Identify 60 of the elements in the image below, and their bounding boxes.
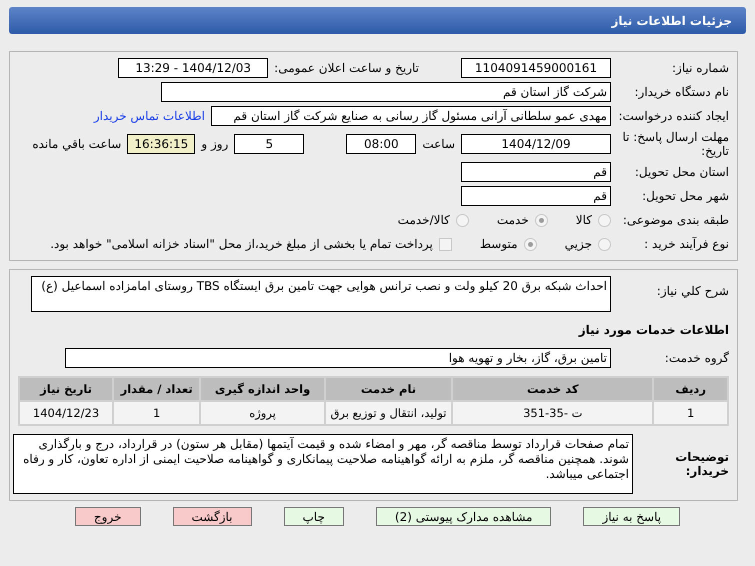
need-number-field: 1104091459000161 [461,58,611,78]
field-label: تاریخ و ساعت اعلان عمومی: [274,61,419,75]
days-field: 5 [234,134,304,154]
column-header: تعداد / مقدار [114,378,200,400]
field-label: گروه خدمت: [664,351,729,365]
buyer-field: شرکت گاز استان قم [161,82,611,102]
table-cell: 1 [114,402,200,424]
field-label: طبقه بندی موضوعی: [622,213,729,227]
service-group-field: تامین برق، گاز، بخار و تهویه هوا [65,348,611,368]
announce-date-field: 1404/12/03 - 13:29 [118,58,268,78]
column-header: نام خدمت [326,378,452,400]
table-cell: 1 [654,402,727,424]
field-label: نوع فرآیند خرید : [643,237,729,251]
action-button[interactable]: خروج [74,507,140,526]
radio-button[interactable] [534,214,548,226]
column-header: ردیف [654,378,727,400]
checkbox-label: پرداخت تمام یا بخشی از مبلغ خرید،از محل "اسناد خزانه اسلامی" خواهد بود. [50,237,433,251]
radio-button[interactable] [598,214,611,226]
option-label: کالا [576,213,592,227]
window-title: جزئیات اطلاعات نیاز [9,7,746,34]
table-cell: پروژه [201,402,324,424]
field-label: روز و [201,137,228,151]
table-cell: تولید، انتقال و توزیع برق [326,402,452,424]
action-button[interactable]: بازگشت [172,507,252,526]
checkbox[interactable] [438,238,452,250]
field-label: شماره نیاز: [671,61,729,75]
column-header: واحد اندازه گیری [201,378,324,400]
field-label: ساعت باقي مانده [32,137,122,151]
field-label: ایجاد کننده درخواست: [617,109,729,123]
buyer-contact-link[interactable]: اطلاعات تماس خریدار [94,109,205,123]
field-label: مهلت ارسال پاسخ: تا تاریخ: [621,130,729,158]
section-title: اطلاعات خدمات مورد نیاز [578,323,729,337]
deadline-date-field: 1404/12/09 [461,134,611,154]
summary-text-area: احداث شبکه برق 20 کیلو ولت و نصب ترانس هوایی جهت تامین برق ایستگاه TBS روستای امامزاده اسماعیل (ع) [31,276,611,312]
option-label: خدمت [496,213,529,227]
field-label: شرح کلي نیاز: [656,283,729,298]
column-header: کد خدمت [453,378,652,400]
field-label: شهر محل تحویل: [641,189,729,203]
action-button[interactable]: پاسخ به نیاز [583,507,680,526]
field-label: استان محل تحویل: [634,165,729,179]
table-cell: 1404/12/23 [20,402,112,424]
creator-field: مهدی عمو سلطانی آرانی مسئول گاز رسانی به صنایع شرکت گاز استان قم [211,106,611,126]
remaining-time-field: 16:36:15 [127,134,196,154]
action-button[interactable]: چاپ [284,507,344,526]
radio-button[interactable] [456,214,469,226]
field-label: ساعت [422,137,455,151]
deadline-time-field: 08:00 [346,134,416,154]
option-label: جزيي [564,237,592,251]
notes-text-area: تمام صفحات قرارداد توسط مناقصه گر، مهر و امضاء شده و قیمت آیتمها (مقابل هر ستون) در قرارداد، درج و بارگذاری شوند. همچنین مناقصه گر، ملزم به ارائه گواهینامه صلاحیت پیمانکاری و گواهینامه صلاحیت ایمنی از اداره تعاون، کار و رفاه اجتماعی میباشد. [13,434,633,494]
province-field: قم [461,162,611,182]
radio-button[interactable] [598,238,611,250]
column-header: تاریخ نیاز [20,378,112,400]
action-button[interactable]: مشاهده مدارک پیوستی (2) [376,507,552,526]
option-label: متوسط [480,237,518,251]
radio-button[interactable] [524,238,537,250]
city-field: قم [461,186,611,206]
field-label: نام دستگاه خریدار: [634,85,729,99]
option-label: کالا/خدمت [398,213,450,227]
field-label: توضیحات خریدار: [674,450,729,478]
table-cell: ت -35-351 [453,402,652,424]
